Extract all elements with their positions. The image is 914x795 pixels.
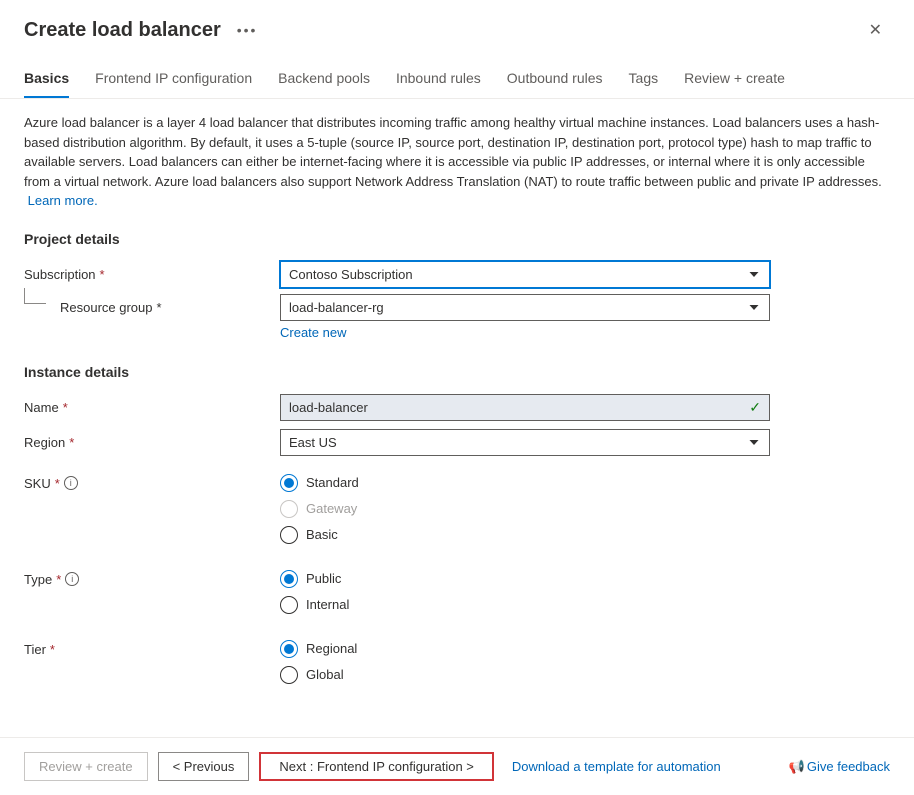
name-field[interactable]: load-balancer ✓ [280, 394, 770, 421]
label-type: Type * i [24, 566, 280, 587]
tab-label: Tags [629, 70, 659, 86]
tab-frontend-ip[interactable]: Frontend IP configuration [95, 70, 252, 98]
required-marker: * [55, 476, 60, 491]
tab-label: Review + create [684, 70, 785, 86]
description-body: Azure load balancer is a layer 4 load ba… [24, 115, 882, 189]
label-name: Name * [24, 394, 280, 415]
label-tier: Tier * [24, 636, 280, 657]
row-type: Type * i Public Internal [24, 566, 890, 618]
tab-review-create[interactable]: Review + create [684, 70, 785, 98]
review-create-button: Review + create [24, 752, 148, 781]
required-marker: * [50, 642, 55, 657]
close-icon[interactable]: ✕ [861, 16, 890, 44]
description-text: Azure load balancer is a layer 4 load ba… [24, 113, 890, 211]
megaphone-icon: 📢 [789, 759, 805, 774]
radio-label: Regional [306, 641, 357, 656]
valid-check-icon: ✓ [749, 399, 761, 416]
type-radio-public[interactable]: Public [280, 566, 770, 592]
row-name: Name * load-balancer ✓ [24, 394, 890, 421]
tab-label: Outbound rules [507, 70, 603, 86]
required-marker: * [56, 572, 61, 587]
required-marker: * [69, 435, 74, 450]
link-text: Give feedback [807, 759, 890, 774]
tier-radio-global[interactable]: Global [280, 662, 770, 688]
row-tier: Tier * Regional Global [24, 636, 890, 688]
learn-more-link[interactable]: Learn more. [28, 193, 98, 208]
required-marker: * [63, 400, 68, 415]
label-text: Resource group [60, 300, 153, 315]
radio-icon [280, 526, 298, 544]
radio-label: Gateway [306, 501, 357, 516]
type-radio-internal[interactable]: Internal [280, 592, 770, 618]
footer-bar: Review + create < Previous Next : Fronte… [0, 737, 914, 795]
section-project-details: Project details [24, 231, 890, 247]
label-text: Subscription [24, 267, 96, 282]
page-title: Create load balancer [24, 19, 221, 42]
label-text: Region [24, 435, 65, 450]
region-dropdown[interactable]: East US [280, 429, 770, 456]
input-value: load-balancer [289, 400, 368, 415]
sku-radio-gateway: Gateway [280, 496, 770, 522]
info-icon[interactable]: i [65, 572, 79, 586]
wizard-tabs: Basics Frontend IP configuration Backend… [0, 54, 914, 99]
dropdown-value: Contoso Subscription [289, 267, 413, 282]
label-sku: SKU * i [24, 470, 280, 491]
section-instance-details: Instance details [24, 364, 890, 380]
info-icon[interactable]: i [64, 476, 78, 490]
blade-header: Create load balancer ••• ✕ [0, 0, 914, 54]
create-new-link[interactable]: Create new [280, 325, 346, 340]
label-text: SKU [24, 476, 51, 491]
radio-label: Standard [306, 475, 359, 490]
give-feedback-link[interactable]: 📢Give feedback [789, 759, 890, 775]
previous-button[interactable]: < Previous [158, 752, 250, 781]
indent-bracket-icon [24, 288, 46, 304]
next-button[interactable]: Next : Frontend IP configuration > [259, 752, 494, 781]
label-text: Name [24, 400, 59, 415]
label-text: Tier [24, 642, 46, 657]
required-marker: * [100, 267, 105, 282]
radio-label: Internal [306, 597, 349, 612]
radio-label: Basic [306, 527, 338, 542]
label-subscription: Subscription * [24, 261, 280, 282]
row-subscription: Subscription * Contoso Subscription [24, 261, 890, 288]
tab-label: Frontend IP configuration [95, 70, 252, 86]
tab-label: Basics [24, 70, 69, 86]
radio-icon [280, 596, 298, 614]
sku-radio-basic[interactable]: Basic [280, 522, 770, 548]
required-marker: * [157, 300, 162, 315]
radio-icon [280, 474, 298, 492]
resource-group-dropdown[interactable]: load-balancer-rg [280, 294, 770, 321]
tab-tags[interactable]: Tags [629, 70, 659, 98]
tab-label: Inbound rules [396, 70, 481, 86]
tab-label: Backend pools [278, 70, 370, 86]
row-sku: SKU * i Standard Gateway Basic [24, 470, 890, 548]
ellipsis-icon[interactable]: ••• [237, 22, 258, 38]
radio-icon [280, 640, 298, 658]
tab-basics[interactable]: Basics [24, 70, 69, 98]
sku-radio-standard[interactable]: Standard [280, 470, 770, 496]
radio-label: Global [306, 667, 344, 682]
tier-radio-regional[interactable]: Regional [280, 636, 770, 662]
radio-icon [280, 570, 298, 588]
tab-inbound-rules[interactable]: Inbound rules [396, 70, 481, 98]
dropdown-value: East US [289, 435, 337, 450]
label-resource-group: Resource group * [24, 294, 280, 315]
download-template-link[interactable]: Download a template for automation [512, 759, 721, 774]
row-region: Region * East US [24, 429, 890, 456]
radio-icon [280, 500, 298, 518]
radio-icon [280, 666, 298, 684]
radio-label: Public [306, 571, 341, 586]
subscription-dropdown[interactable]: Contoso Subscription [280, 261, 770, 288]
body-content: Azure load balancer is a layer 4 load ba… [0, 99, 914, 719]
tab-backend-pools[interactable]: Backend pools [278, 70, 370, 98]
dropdown-value: load-balancer-rg [289, 300, 384, 315]
row-resource-group: Resource group * load-balancer-rg Create … [24, 294, 890, 340]
tab-outbound-rules[interactable]: Outbound rules [507, 70, 603, 98]
label-region: Region * [24, 429, 280, 450]
label-text: Type [24, 572, 52, 587]
